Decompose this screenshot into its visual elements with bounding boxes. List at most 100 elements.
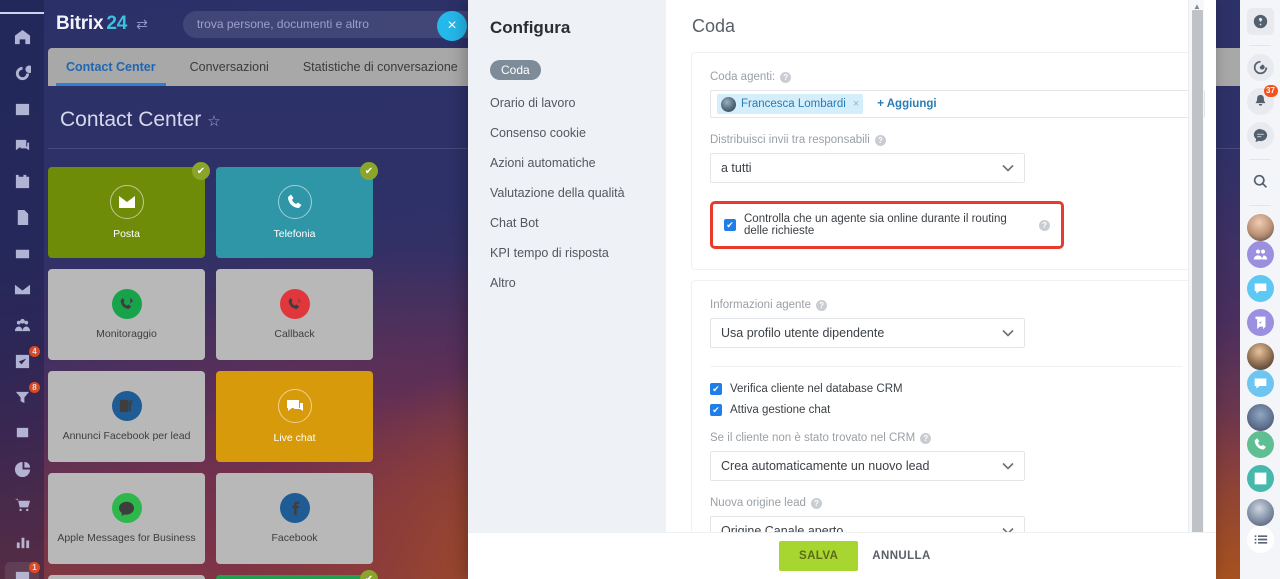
help-icon[interactable]: ?: [1039, 219, 1050, 231]
right-rail-list-menu-icon[interactable]: [1246, 526, 1274, 553]
chat-check-checkbox[interactable]: ✔: [710, 404, 722, 416]
rail-item-marketing-icon[interactable]: [5, 454, 39, 484]
rail-item-documents-icon[interactable]: [5, 202, 39, 232]
phone-icon: [287, 194, 301, 208]
modal-nav-item-orario-di-lavoro[interactable]: Orario di lavoro: [490, 89, 666, 117]
rail-item-crm-icon[interactable]: 8: [5, 382, 40, 412]
modal-nav-item-coda[interactable]: Coda: [490, 60, 541, 80]
rail-item-home-icon[interactable]: [5, 22, 39, 52]
bitrix-logo[interactable]: Bitrix 24: [56, 13, 127, 35]
crm-icon: [15, 391, 29, 403]
tile-facebook-co[interactable]: Facebook: Co: [48, 575, 205, 579]
left-navigation-rail[interactable]: 4811: [0, 0, 45, 579]
save-button[interactable]: SALVA: [779, 541, 859, 571]
rail-item-contact-center-icon[interactable]: 1: [5, 562, 40, 579]
tile-label: Live chat: [273, 432, 316, 444]
right-rail-avatar-contact-4[interactable]: [1246, 499, 1274, 526]
favorite-star-icon[interactable]: ☆: [207, 113, 220, 130]
rail-item-activity-stream-icon[interactable]: [5, 58, 39, 88]
help-icon[interactable]: ?: [920, 432, 932, 444]
rail-badge: 8: [29, 382, 40, 393]
modal-nav-item-azioni-automatiche[interactable]: Azioni automatiche: [490, 149, 666, 177]
agent-info-select[interactable]: Usa profilo utente dipendente: [710, 318, 1025, 348]
help-icon[interactable]: ?: [810, 497, 822, 509]
help-icon[interactable]: ?: [874, 134, 886, 146]
rail-item-company-icon[interactable]: [5, 310, 39, 340]
right-rail-avatar-contact-3[interactable]: [1246, 404, 1274, 431]
right-rail-pulse-icon[interactable]: [1246, 54, 1274, 81]
modal-nav-item-consenso-cookie[interactable]: Consenso cookie: [490, 119, 666, 147]
right-rail-notes-chat-icon[interactable]: [1246, 370, 1274, 397]
agent-chip[interactable]: Francesca Lombardi ×: [717, 94, 864, 114]
modal-nav-item-altro[interactable]: Altro: [490, 269, 666, 297]
crm-check-label: Verifica cliente nel database CRM: [730, 383, 903, 395]
callback-icon: [279, 289, 310, 319]
tile-callback[interactable]: Callback: [216, 269, 373, 360]
online-agent-checkbox[interactable]: ✔: [724, 219, 736, 231]
help-icon[interactable]: ?: [816, 299, 828, 311]
settings-sliders-icon[interactable]: ⇄: [136, 16, 148, 33]
new-source-select[interactable]: Origine Canale aperto: [710, 516, 1025, 532]
help-icon[interactable]: ?: [780, 71, 792, 83]
tile-enabled-check-icon: ✔: [360, 570, 378, 579]
sites-icon: [16, 427, 28, 437]
crm-check-checkbox[interactable]: ✔: [710, 383, 722, 395]
apple-messages-icon: [111, 493, 142, 523]
tile-posta[interactable]: Posta ✔: [48, 162, 210, 258]
cancel-button[interactable]: ANNULLA: [872, 550, 930, 562]
rail-item-drive-icon[interactable]: [5, 238, 39, 268]
distribute-select[interactable]: a tutti: [710, 153, 1025, 183]
tab-contact-center[interactable]: Contact Center: [56, 48, 166, 86]
rail-item-calendar-icon[interactable]: [5, 166, 39, 196]
modal-nav-item-valutazione-della-qualit-[interactable]: Valutazione della qualità: [490, 179, 666, 207]
tile-whatsapp-edna-io[interactable]: ◉ednaWhatsApp Edna.io✔: [216, 570, 378, 579]
not-found-select[interactable]: Crea automaticamente un nuovo lead: [710, 451, 1025, 481]
agents-queue-input[interactable]: Francesca Lombardi × + Aggiungi: [710, 90, 1205, 118]
modal-scrollbar[interactable]: ▲ ▼: [1188, 0, 1204, 532]
rail-item-analytics-icon[interactable]: [5, 526, 39, 556]
right-rail-avatar-contact-2[interactable]: [1246, 343, 1274, 370]
not-found-label: Se il cliente non è stato trovato nel CR…: [710, 432, 1182, 444]
livechat-icon: [286, 400, 303, 411]
right-rail-messenger-icon[interactable]: [1246, 122, 1274, 149]
right-rail-chat-window-icon[interactable]: [1246, 275, 1274, 302]
add-agent-button[interactable]: + Aggiungi: [877, 98, 936, 110]
right-rail-avatar-user[interactable]: [1246, 214, 1274, 241]
tile-live-chat[interactable]: Live chat: [216, 371, 373, 462]
right-rail-call-icon[interactable]: [1246, 431, 1274, 458]
tile-monitoraggio[interactable]: Monitoraggio: [48, 269, 205, 360]
tile-annunci-facebook-per-lead[interactable]: Annunci Facebook per lead: [48, 371, 205, 462]
right-rail-search-icon[interactable]: [1247, 168, 1274, 195]
crm-check-row[interactable]: ✔ Verifica cliente nel database CRM: [710, 383, 1182, 395]
tab-statistiche-di-conversazione[interactable]: Statistiche di conversazione: [303, 48, 458, 86]
tile-facebook[interactable]: Facebook: [216, 473, 373, 564]
search-icon: [1253, 174, 1267, 188]
right-rail-help-icon[interactable]: [1246, 8, 1274, 35]
right-rail-screen-search-icon[interactable]: [1246, 465, 1274, 492]
rail-item-sites-icon[interactable]: [5, 418, 39, 448]
rail-item-news-icon[interactable]: [5, 94, 39, 124]
help-icon: [1253, 14, 1267, 29]
rail-item-chat-icon[interactable]: [5, 130, 39, 160]
remove-agent-icon[interactable]: ×: [853, 98, 859, 110]
rail-item-shop-icon[interactable]: [5, 490, 39, 520]
modal-nav-item-chat-bot[interactable]: Chat Bot: [490, 209, 666, 237]
scrollbar-thumb[interactable]: [1192, 10, 1203, 532]
phone-track-icon: [111, 289, 142, 319]
queue-settings-card: Coda agenti: ? Francesca Lombardi × + Ag…: [692, 53, 1205, 269]
close-button[interactable]: ×: [437, 11, 467, 41]
right-rail-task-chat-icon[interactable]: [1246, 309, 1274, 336]
right-sidebar-rail[interactable]: 37: [1240, 0, 1280, 579]
modal-side-navigation[interactable]: Configura Coda Orario di lavoro Consenso c…: [468, 0, 666, 532]
right-rail-notifications-icon[interactable]: 37: [1246, 85, 1278, 115]
contact-center-tile-grid[interactable]: Posta ✔ Telefonia ✔ Monitoraggio Callback Annu…: [48, 162, 518, 579]
modal-nav-item-kpi-tempo-di-risposta[interactable]: KPI tempo di risposta: [490, 239, 666, 267]
tile-apple-messages-for-business[interactable]: Apple Messages for Business: [48, 473, 205, 564]
tile-telefonia[interactable]: Telefonia ✔: [216, 162, 378, 258]
chat-check-row[interactable]: ✔ Attiva gestione chat: [710, 404, 1182, 416]
right-rail-group-chat-icon[interactable]: [1246, 241, 1274, 268]
rail-item-mail-icon[interactable]: [5, 274, 39, 304]
rail-item-tasks-icon[interactable]: 4: [5, 346, 40, 376]
tab-conversazioni[interactable]: Conversazioni: [190, 48, 269, 86]
chevron-down-icon: [1002, 164, 1014, 172]
